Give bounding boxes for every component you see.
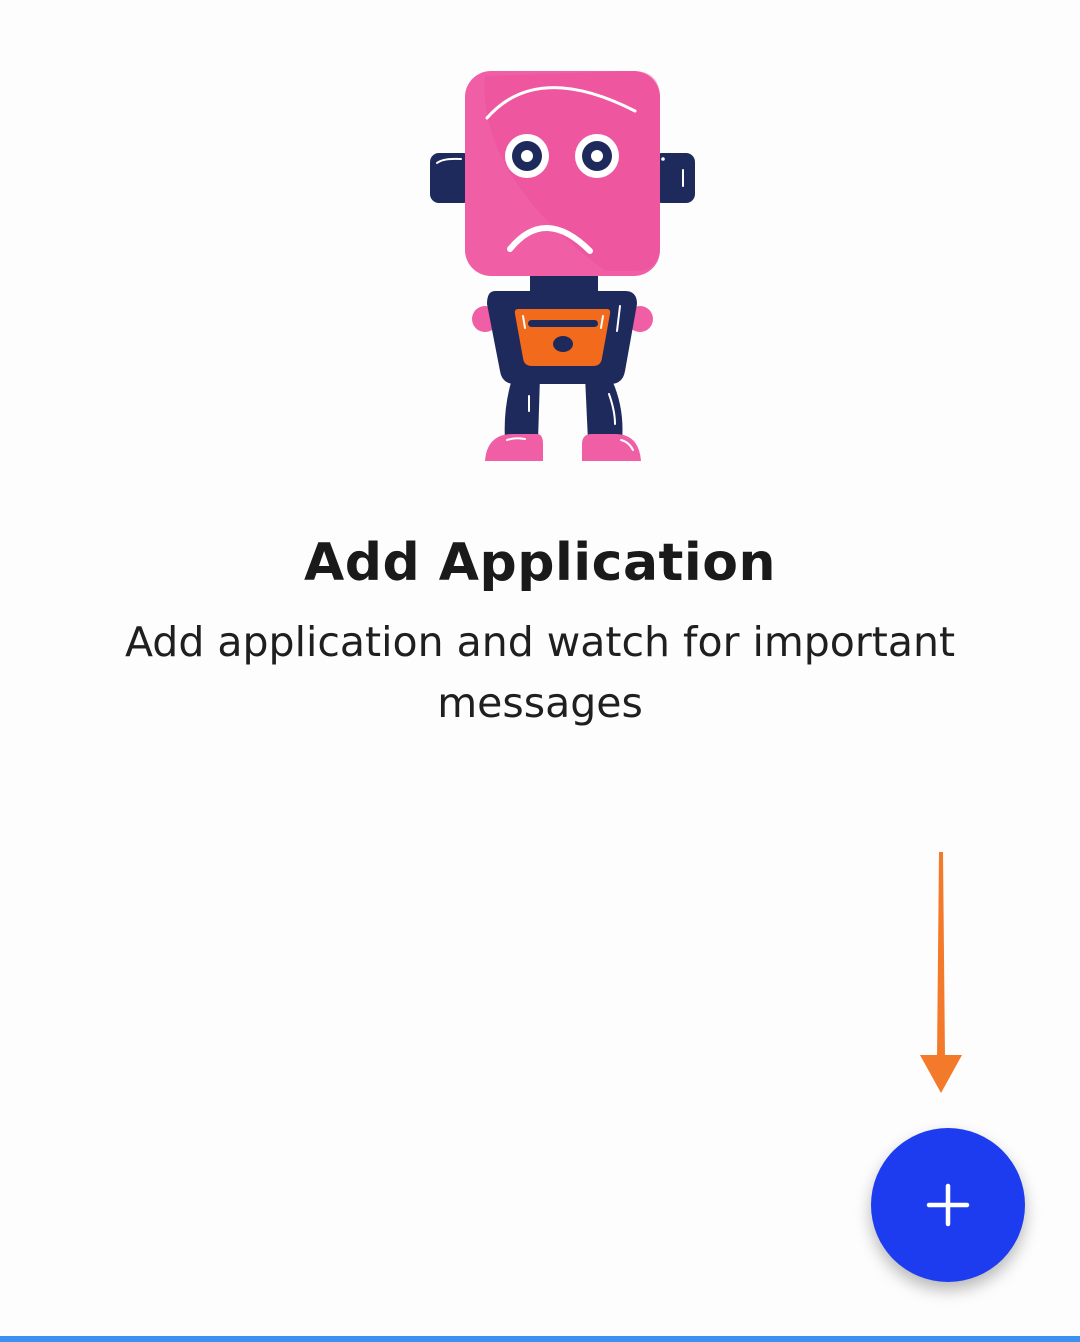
empty-state-title: Add Application — [304, 533, 776, 593]
bottom-accent-bar — [0, 1336, 1080, 1342]
robot-right-leg — [585, 376, 623, 441]
arrow-down-icon — [920, 852, 962, 1093]
sad-robot-illustration — [430, 71, 695, 461]
plus-icon — [926, 1183, 970, 1227]
robot-left-leg — [504, 376, 540, 441]
add-application-button[interactable] — [871, 1128, 1025, 1282]
empty-state-message: Add application and watch for important … — [124, 618, 956, 727]
